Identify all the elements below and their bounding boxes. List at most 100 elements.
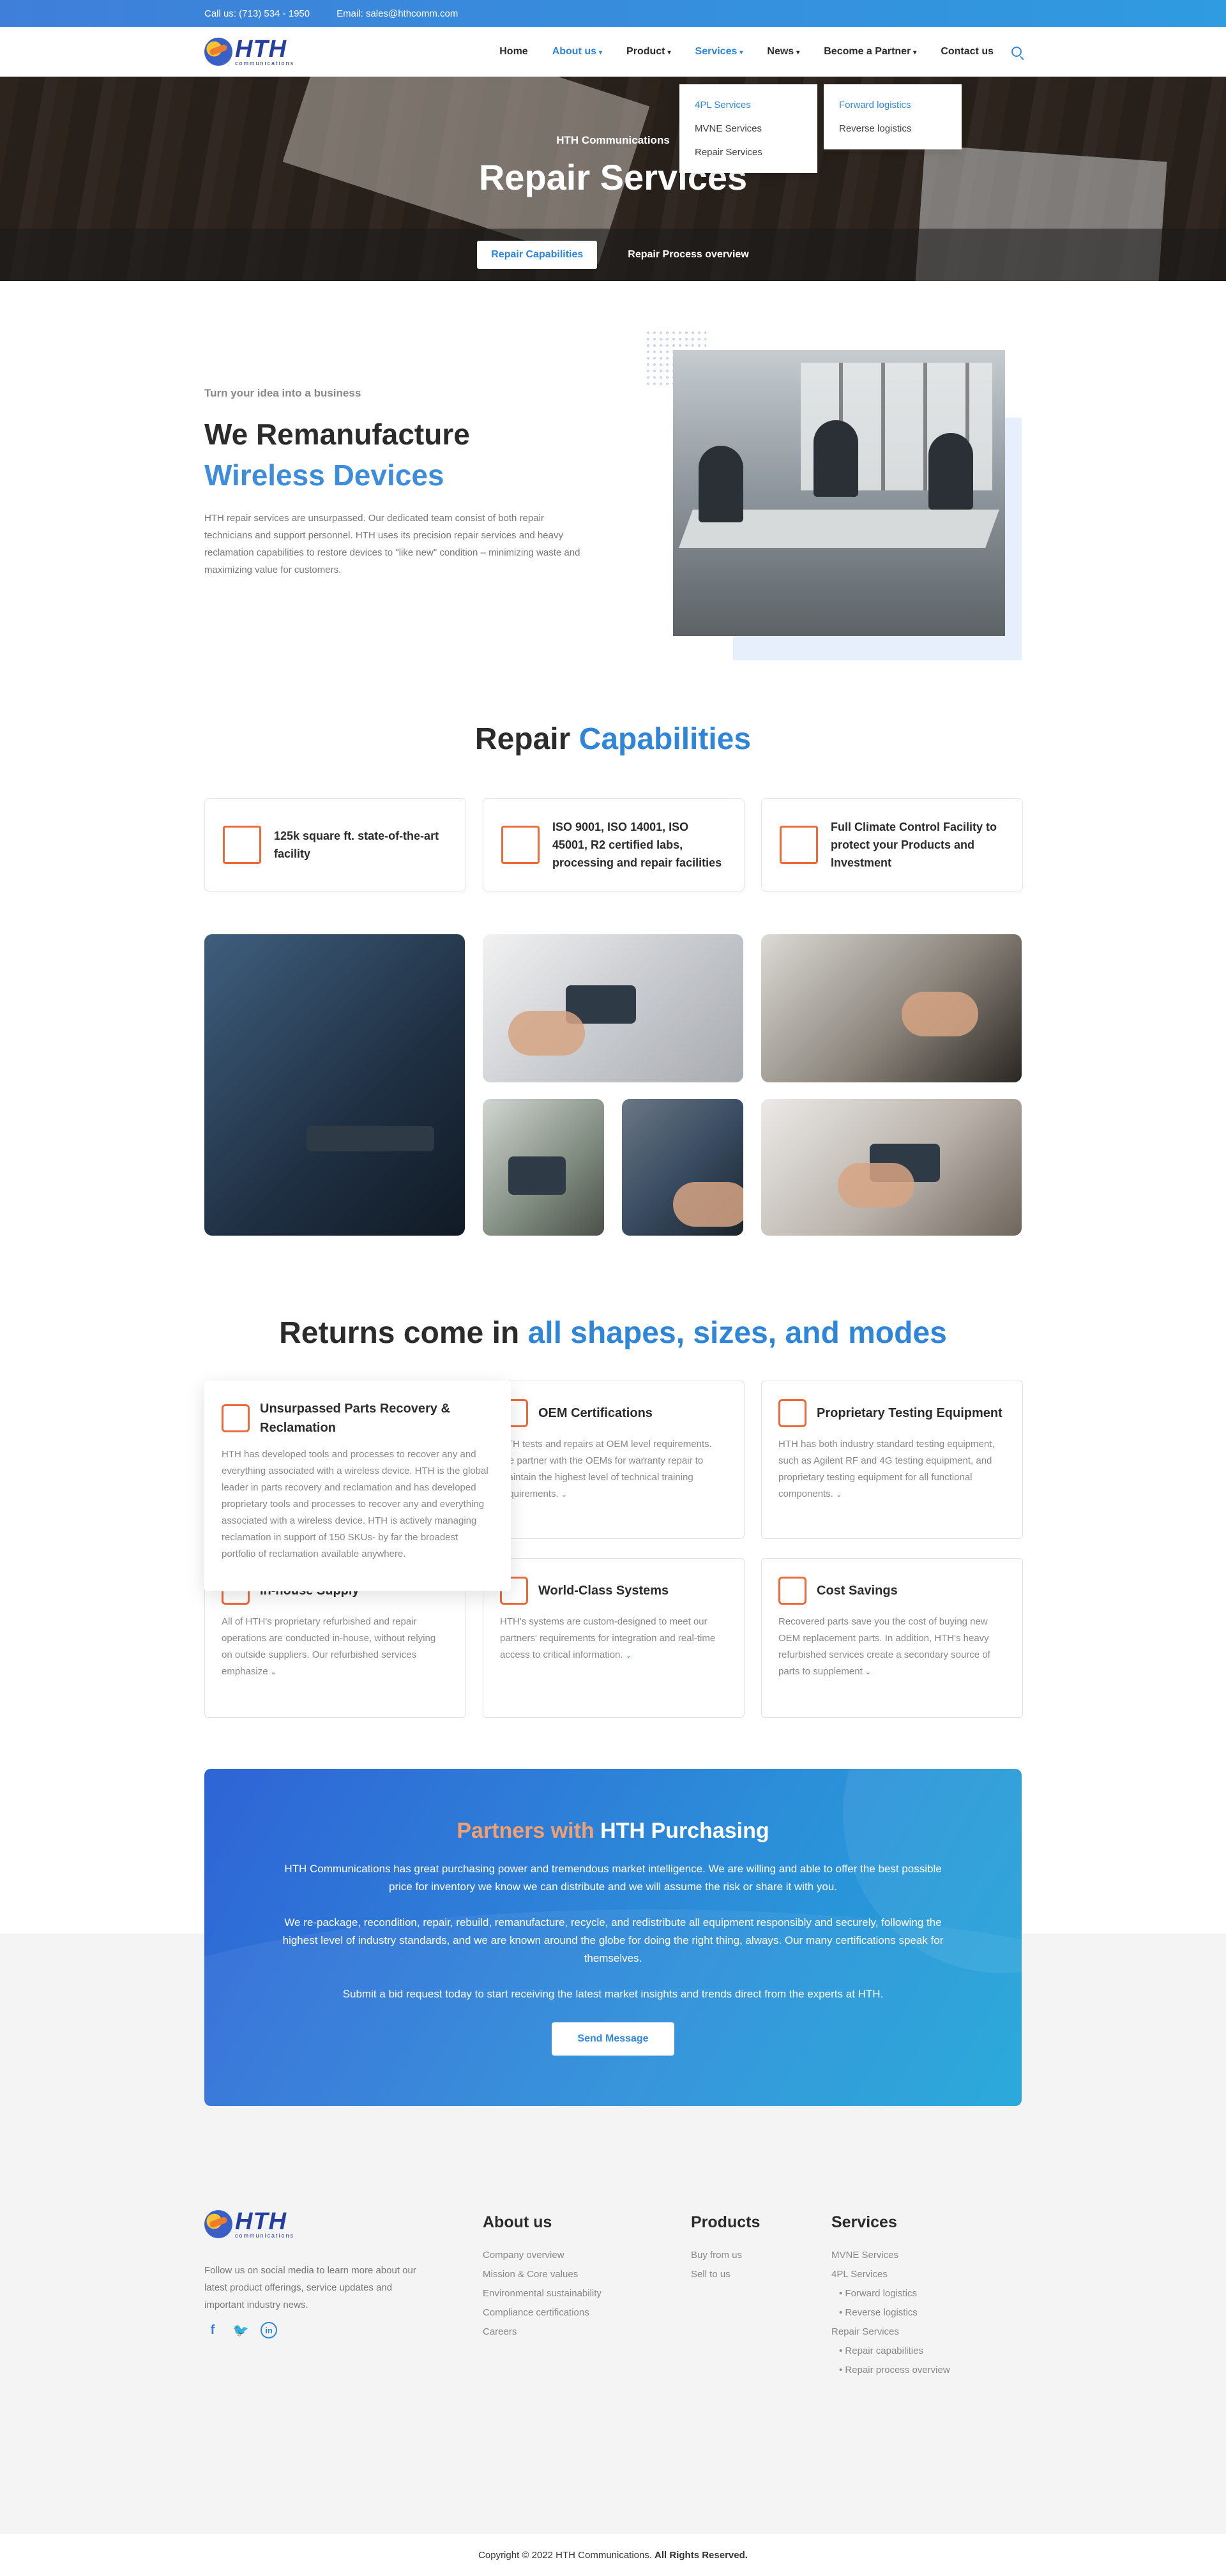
read-more-icon[interactable]: ⌄ bbox=[865, 1669, 871, 1676]
footer-link[interactable]: Environmental sustainability bbox=[483, 2284, 602, 2303]
footer-link[interactable]: Compliance certifications bbox=[483, 2303, 602, 2322]
chevron-down-icon: ▾ bbox=[739, 49, 743, 56]
footer-link[interactable]: MVNE Services bbox=[831, 2246, 950, 2265]
repair-process-link[interactable]: Repair Process overview bbox=[628, 249, 748, 261]
nav-partner-label: Become a Partner bbox=[824, 46, 911, 57]
capabilities-title-a: Repair bbox=[474, 722, 579, 756]
photo-phone bbox=[508, 1156, 566, 1195]
nav-about-label: About us bbox=[552, 46, 597, 57]
footer-products-column: Products Buy from us Sell to us bbox=[691, 2213, 760, 2284]
top-bar: Call us: (713) 534 - 1950 Email: sales@h… bbox=[0, 0, 1226, 27]
footer-link[interactable]: Forward logistics bbox=[831, 2284, 950, 2303]
card-title: Proprietary Testing Equipment bbox=[817, 1406, 1003, 1420]
footer-description: Follow us on social media to learn more … bbox=[204, 2265, 416, 2310]
chevron-down-icon: ▾ bbox=[599, 49, 603, 56]
card-body-text: HTH's systems are custom-designed to mee… bbox=[500, 1616, 716, 1660]
search-icon[interactable] bbox=[1011, 47, 1022, 57]
phone-disassembly-photo bbox=[761, 1099, 1022, 1236]
hero-banner: HTH Communications Repair Services Repai… bbox=[0, 77, 1226, 281]
capability-text: Full Climate Control Facility to protect… bbox=[831, 821, 997, 869]
send-message-button[interactable]: Send Message bbox=[552, 2022, 674, 2056]
footer-column-title: Products bbox=[691, 2213, 761, 2231]
capability-card: Full Climate Control Facility to protect… bbox=[761, 798, 1023, 891]
photo-hand bbox=[902, 992, 978, 1036]
returns-title-b: all shapes, sizes, and modes bbox=[527, 1316, 947, 1350]
read-more-icon[interactable]: ⌄ bbox=[561, 1491, 567, 1499]
capability-card: 125k square ft. state-of-the-art facilit… bbox=[204, 798, 466, 891]
office-meeting-photo bbox=[673, 350, 1005, 636]
linkedin-icon[interactable]: in bbox=[261, 2322, 277, 2338]
capabilities-title: Repair Capabilities bbox=[0, 722, 1226, 757]
card-body-text: All of HTH's proprietary refurbished and… bbox=[222, 1616, 436, 1677]
footer-link[interactable]: Repair Services bbox=[831, 2322, 950, 2342]
chevron-down-icon: ▾ bbox=[667, 49, 671, 56]
phone-testing-photo bbox=[483, 1099, 604, 1236]
hero-anchor-bar: Repair Capabilities Repair Process overv… bbox=[0, 229, 1226, 281]
twitter-icon[interactable]: 🐦 bbox=[232, 2322, 249, 2338]
intro-heading-line2: Wireless Devices bbox=[204, 458, 444, 492]
phone-repair-photo bbox=[483, 934, 743, 1082]
intro-section: Turn your idea into a business We Remanu… bbox=[0, 281, 1226, 702]
nav-product[interactable]: Product ▾ bbox=[626, 46, 670, 57]
nav-about[interactable]: About us ▾ bbox=[552, 46, 602, 57]
read-more-icon[interactable]: ⌄ bbox=[271, 1669, 276, 1676]
nav-product-label: Product bbox=[626, 46, 665, 57]
dropdown-item-repair[interactable]: Repair Services bbox=[695, 140, 802, 164]
services-dropdown: 4PL Services MVNE Services Repair Servic… bbox=[679, 84, 817, 173]
returns-card: World-Class Systems HTH's systems are cu… bbox=[483, 1558, 745, 1718]
parts-photo bbox=[761, 934, 1022, 1082]
warehouse-icon bbox=[780, 826, 818, 864]
footer-link[interactable]: Company overview bbox=[483, 2246, 602, 2265]
card-title: Cost Savings bbox=[817, 1584, 898, 1598]
nav-contact[interactable]: Contact us bbox=[941, 46, 994, 57]
logo-text: HTH bbox=[235, 36, 287, 63]
card-body-text: HTH has both industry standard testing e… bbox=[778, 1439, 995, 1499]
capability-text: ISO 9001, ISO 14001, ISO 45001, R2 certi… bbox=[552, 821, 722, 869]
photo-hand bbox=[508, 1011, 585, 1056]
dropdown-item-reverse[interactable]: Reverse logistics bbox=[839, 117, 946, 140]
footer-link[interactable]: Reverse logistics bbox=[831, 2303, 950, 2322]
dropdown-item-forward[interactable]: Forward logistics bbox=[839, 93, 946, 117]
logo-subtext: communications bbox=[235, 60, 295, 66]
repair-capabilities-button[interactable]: Repair Capabilities bbox=[477, 241, 598, 269]
card-title: World-Class Systems bbox=[538, 1584, 669, 1598]
read-more-icon[interactable]: ⌄ bbox=[836, 1491, 842, 1499]
footer-link[interactable]: Careers bbox=[483, 2322, 602, 2342]
footer-link[interactable]: Repair process overview bbox=[831, 2361, 950, 2380]
footer-link[interactable]: 4PL Services bbox=[831, 2265, 950, 2284]
card-body: HTH has both industry standard testing e… bbox=[778, 1436, 1006, 1503]
intro-body: HTH repair services are unsurpassed. Our… bbox=[204, 513, 580, 575]
dropdown-item-mvne[interactable]: MVNE Services bbox=[695, 117, 802, 140]
footer-link[interactable]: Buy from us bbox=[691, 2246, 760, 2265]
copyright-text: Copyright © 2022 HTH Communications. bbox=[478, 2549, 653, 2561]
card-body: Recovered parts save you the cost of buy… bbox=[778, 1614, 1006, 1681]
returns-card-expanded: Unsurpassed Parts Recovery & Reclamation… bbox=[204, 1381, 511, 1591]
facebook-icon[interactable]: f bbox=[204, 2322, 221, 2338]
dropdown-item-4pl[interactable]: 4PL Services bbox=[695, 93, 802, 117]
returns-title: Returns come in all shapes, sizes, and m… bbox=[0, 1315, 1226, 1351]
technicians-photo bbox=[204, 934, 465, 1236]
purchasing-title: Partners with HTH Purchasing bbox=[204, 1819, 1022, 1844]
footer-link[interactable]: Sell to us bbox=[691, 2265, 760, 2284]
nav-news[interactable]: News ▾ bbox=[767, 46, 799, 57]
logo-mark-icon bbox=[204, 2210, 232, 2238]
nav-home[interactable]: Home bbox=[499, 46, 527, 57]
logo[interactable]: HTH communications bbox=[204, 37, 294, 66]
card-body: HTH tests and repairs at OEM level requi… bbox=[500, 1436, 727, 1503]
phone-text[interactable]: Call us: (713) 534 - 1950 bbox=[204, 8, 310, 19]
nav-partner[interactable]: Become a Partner ▾ bbox=[824, 46, 916, 57]
footer-link[interactable]: Mission & Core values bbox=[483, 2265, 602, 2284]
social-links: f 🐦 in bbox=[204, 2322, 277, 2338]
email-text[interactable]: Email: sales@hthcomm.com bbox=[337, 8, 458, 19]
chevron-down-icon: ▾ bbox=[913, 49, 917, 56]
footer-link[interactable]: Repair capabilities bbox=[831, 2342, 950, 2361]
certificate-icon bbox=[501, 826, 540, 864]
nav-services[interactable]: Services ▾ bbox=[695, 46, 743, 57]
photo-hand bbox=[838, 1163, 914, 1208]
footer-logo[interactable]: HTH communications bbox=[204, 2209, 294, 2239]
photo-person bbox=[814, 420, 858, 497]
purchasing-banner: Partners with HTH Purchasing HTH Communi… bbox=[204, 1769, 1022, 2106]
read-more-icon[interactable]: ⌄ bbox=[626, 1652, 632, 1660]
recycle-box-icon bbox=[222, 1404, 250, 1432]
intro-eyebrow: Turn your idea into a business bbox=[204, 387, 361, 399]
